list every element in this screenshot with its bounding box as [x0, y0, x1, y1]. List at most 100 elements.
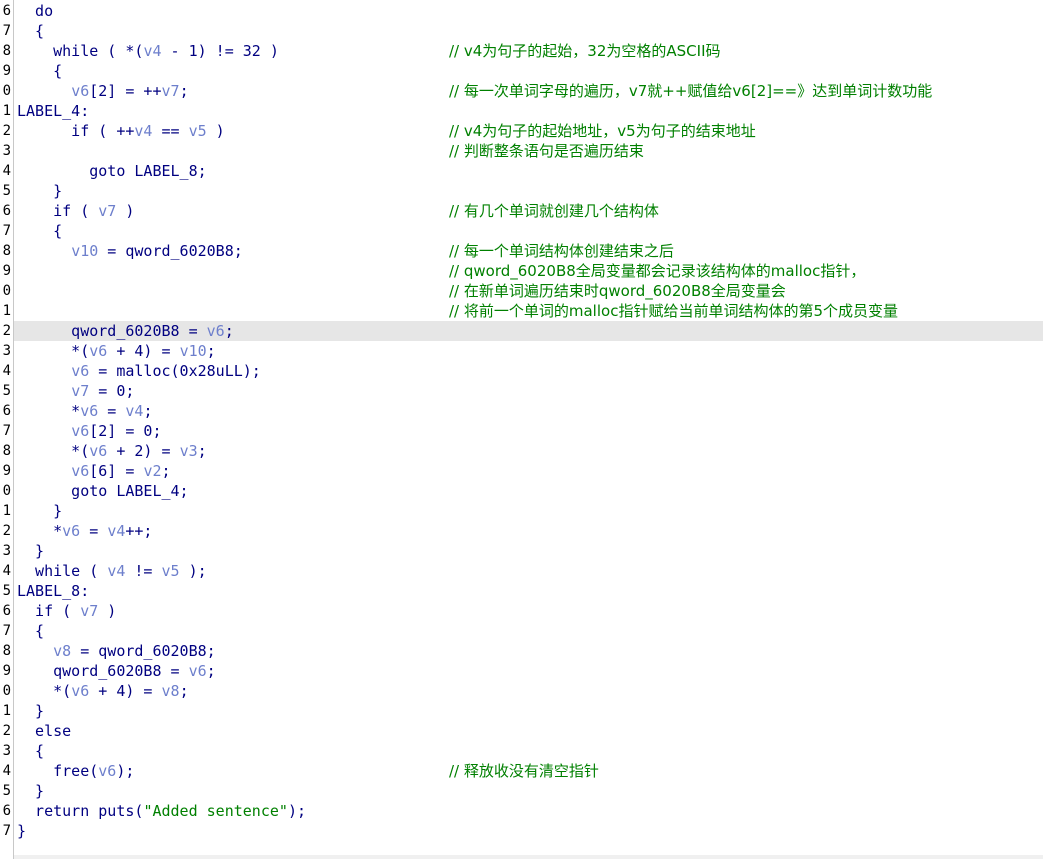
- code-line[interactable]: 3 *(v6 + 4) = v10;: [0, 341, 1043, 361]
- code-line[interactable]: 5 }: [0, 181, 1043, 201]
- code-line[interactable]: 7 {: [0, 221, 1043, 241]
- code-line[interactable]: 2 if ( ++v4 == v5 ) // v4为句子的起始地址，v5为句子的结…: [0, 121, 1043, 141]
- code-line[interactable]: 4 while ( v4 != v5 );: [0, 561, 1043, 581]
- code-line[interactable]: 1 // 将前一个单词的malloc指针赋给当前单词结构体的第5个成员变量: [0, 301, 1043, 321]
- code-line[interactable]: 6 if ( v7 ) // 有几个单词就创建几个结构体: [0, 201, 1043, 221]
- line-number: 8: [2, 43, 11, 59]
- line-number: 4: [2, 563, 11, 579]
- code-token: qword_6020B8 =: [17, 662, 189, 680]
- code-token: *(: [17, 342, 90, 360]
- code-token: );: [287, 802, 306, 820]
- code-token: goto LABEL_8;: [17, 162, 207, 180]
- code-line[interactable]: 3 }: [0, 541, 1043, 561]
- code-token: [2] = ++: [89, 82, 162, 100]
- code-line[interactable]: 0 v6[2] = ++v7; // 每一次单词字母的遍历，v7就++赋值给v6[…: [0, 81, 1043, 101]
- horizontal-scrollbar[interactable]: [14, 855, 1043, 859]
- code-token: + 4) =: [89, 682, 162, 700]
- code-line[interactable]: 6 if ( v7 ): [0, 601, 1043, 621]
- code-text: *(v6 + 4) = v8;: [17, 681, 189, 701]
- code-line[interactable]: 9 v6[6] = v2;: [0, 461, 1043, 481]
- code-line[interactable]: 5 }: [0, 781, 1043, 801]
- code-line[interactable]: 5 v7 = 0;: [0, 381, 1043, 401]
- code-line[interactable]: 9 qword_6020B8 = v6;: [0, 661, 1043, 681]
- code-token: if (: [17, 602, 81, 620]
- code-token: qword_6020B8 =: [17, 322, 207, 340]
- line-number: 0: [2, 283, 11, 299]
- code-token: [2] = 0;: [89, 422, 162, 440]
- code-text: while ( v4 != v5 );: [17, 561, 207, 581]
- code-token: }: [17, 782, 45, 800]
- code-token: ;: [206, 662, 216, 680]
- code-token: ;: [179, 682, 189, 700]
- code-text: v10 = qword_6020B8;: [17, 241, 243, 261]
- string-token: "Added sentence": [143, 802, 288, 820]
- code-line[interactable]: 3 // 判断整条语句是否遍历结束: [0, 141, 1043, 161]
- code-line[interactable]: 6 *v6 = v4;: [0, 401, 1043, 421]
- code-token: }: [17, 702, 45, 720]
- code-comment: // qword_6020B8全局变量都会记录该结构体的malloc指针，: [449, 262, 866, 280]
- code-text: free(v6);: [17, 761, 134, 781]
- code-line[interactable]: 2 else: [0, 721, 1043, 741]
- code-token: return puts(: [17, 802, 144, 820]
- code-line[interactable]: 1 LABEL_4:: [0, 101, 1043, 121]
- code-token: if ( ++: [17, 122, 135, 140]
- code-line[interactable]: 8 v8 = qword_6020B8;: [0, 641, 1043, 661]
- code-text: while ( *(v4 - 1) != 32 ): [17, 41, 279, 61]
- variable-token: v4: [107, 562, 126, 580]
- code-line[interactable]: 9 // qword_6020B8全局变量都会记录该结构体的malloc指针，: [0, 261, 1043, 281]
- code-line[interactable]: 4 v6 = malloc(0x28uLL);: [0, 361, 1043, 381]
- code-line[interactable]: 8 v10 = qword_6020B8; // 每一个单词结构体创建结束之后: [0, 241, 1043, 261]
- code-token: {: [17, 622, 45, 640]
- code-line[interactable]: 0 goto LABEL_4;: [0, 481, 1043, 501]
- variable-token: v4: [143, 42, 162, 60]
- code-line[interactable]: 1 }: [0, 501, 1043, 521]
- code-line[interactable]: 4 free(v6); // 释放收没有清空指针: [0, 761, 1043, 781]
- code-line[interactable]: 9 {: [0, 61, 1043, 81]
- code-line[interactable]: 7 v6[2] = 0;: [0, 421, 1043, 441]
- code-text: v6[2] = ++v7;: [17, 81, 188, 101]
- code-line[interactable]: 2 qword_6020B8 = v6;: [0, 321, 1043, 341]
- line-number: 7: [2, 23, 11, 39]
- line-number: 3: [2, 143, 11, 159]
- code-line[interactable]: 7}: [0, 821, 1043, 841]
- code-token: {: [17, 62, 63, 80]
- code-token: =: [80, 522, 108, 540]
- code-line[interactable]: 4 goto LABEL_8;: [0, 161, 1043, 181]
- code-line[interactable]: 0 *(v6 + 4) = v8;: [0, 681, 1043, 701]
- code-line[interactable]: 7 {: [0, 21, 1043, 41]
- code-text: if ( ++v4 == v5 ): [17, 121, 225, 141]
- code-token: do: [17, 2, 54, 20]
- line-number: 4: [2, 163, 11, 179]
- line-number: 6: [2, 603, 11, 619]
- line-number: 1: [2, 303, 11, 319]
- code-comment: // 判断整条语句是否遍历结束: [449, 142, 644, 160]
- code-line[interactable]: 7 {: [0, 621, 1043, 641]
- code-text: v7 = 0;: [17, 381, 134, 401]
- code-line[interactable]: 8 while ( *(v4 - 1) != 32 ) // v4为句子的起始，3…: [0, 41, 1043, 61]
- code-comment: // 有几个单词就创建几个结构体: [449, 202, 659, 220]
- code-line[interactable]: 2 *v6 = v4++;: [0, 521, 1043, 541]
- line-number: 7: [2, 823, 11, 839]
- code-line[interactable]: 0 // 在新单词遍历结束时qword_6020B8全局变量会: [0, 281, 1043, 301]
- variable-token: v8: [161, 682, 180, 700]
- code-text: *v6 = v4++;: [17, 521, 152, 541]
- code-line[interactable]: 1 }: [0, 701, 1043, 721]
- code-token: ;: [143, 402, 153, 420]
- variable-token: v6: [71, 362, 90, 380]
- variable-token: v5: [161, 562, 180, 580]
- code-line[interactable]: 8 *(v6 + 2) = v3;: [0, 441, 1043, 461]
- line-number: 3: [2, 543, 11, 559]
- code-editor[interactable]: 6 do 7 {8 while ( *(v4 - 1) != 32 )// v4为…: [0, 0, 1043, 859]
- line-number: 0: [2, 483, 11, 499]
- code-text: v6[2] = 0;: [17, 421, 162, 441]
- line-number: 5: [2, 583, 11, 599]
- code-line[interactable]: 3 {: [0, 741, 1043, 761]
- variable-token: v6: [206, 322, 225, 340]
- line-number: 2: [2, 723, 11, 739]
- code-text: }: [17, 541, 44, 561]
- code-token: ): [98, 602, 117, 620]
- code-text: {: [17, 621, 44, 641]
- code-line[interactable]: 6 do: [0, 1, 1043, 21]
- code-line[interactable]: 5 LABEL_8:: [0, 581, 1043, 601]
- code-line[interactable]: 6 return puts("Added sentence");: [0, 801, 1043, 821]
